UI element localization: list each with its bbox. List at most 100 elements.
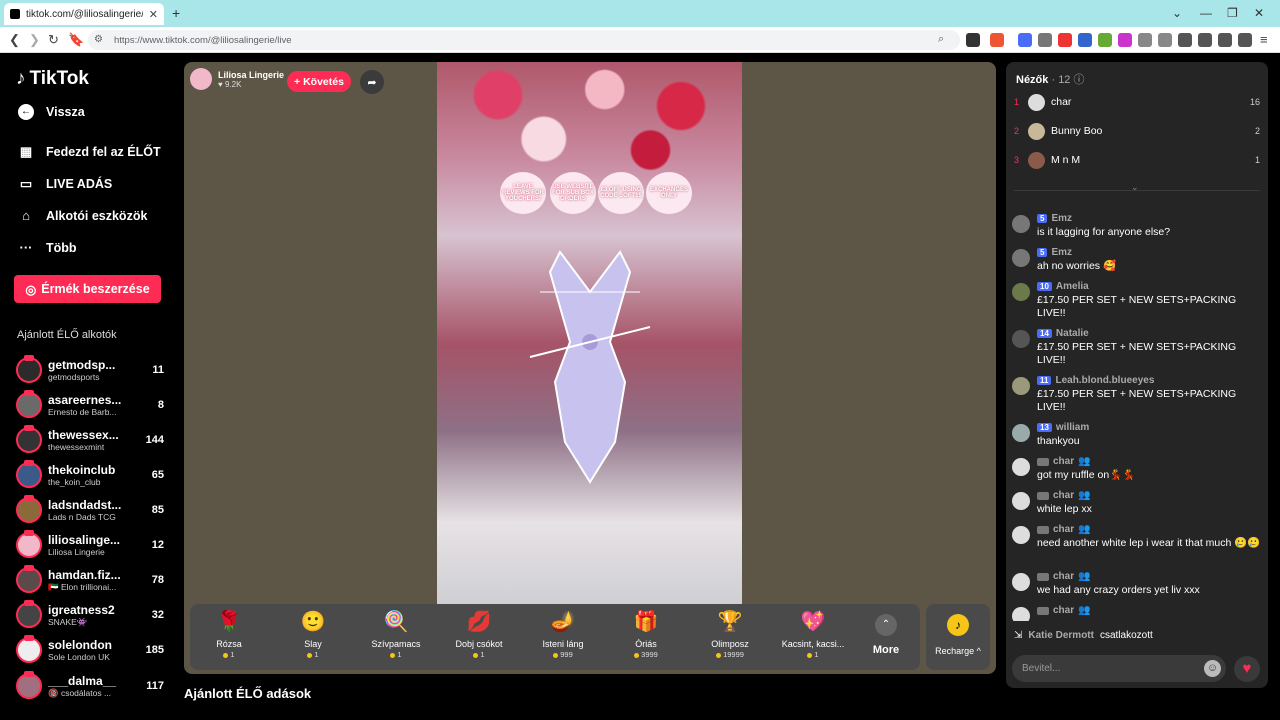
gift-price: 19999 [695, 650, 765, 659]
chat-username[interactable]: william [1056, 422, 1089, 433]
host-avatar[interactable] [190, 68, 212, 90]
chat-username[interactable]: Emz [1051, 247, 1072, 258]
gift-item[interactable]: 🪔 Isteni láng 999 [528, 608, 598, 659]
gift-item[interactable]: 🌹 Rózsa 1 [194, 608, 264, 659]
chat-text: white lep xx [1037, 503, 1092, 515]
bookmark-icon[interactable]: 🔖 [68, 32, 84, 48]
expand-chevron-icon[interactable]: ⌄ [1131, 182, 1139, 193]
back-button[interactable]: ← Vissza [18, 104, 85, 120]
level-badge: 11 [1037, 376, 1052, 385]
leo-icon[interactable] [1218, 33, 1232, 47]
chat-text: got my ruffle on💃💃 [1037, 469, 1136, 481]
gift-item[interactable]: 💋 Dobj csókot 1 [444, 608, 514, 659]
back-arrow-icon[interactable]: ❮ [9, 32, 20, 48]
nav-more[interactable]: ··· Több [18, 240, 77, 255]
creator-item[interactable]: ladsndadst... Lads n Dads TCG 85 [16, 494, 164, 526]
reload-icon[interactable]: ↻ [48, 32, 59, 48]
slay-icon: 🙂 [300, 611, 326, 633]
brave-shield-icon[interactable] [966, 33, 980, 47]
wallet-icon[interactable] [1198, 33, 1212, 47]
nav-explore-live[interactable]: ▦ Fedezd fel az ÉLŐT [18, 144, 161, 160]
recharge-button[interactable]: ♪ Recharge ^ [926, 604, 990, 670]
extension-icon[interactable] [1078, 33, 1092, 47]
zoom-icon[interactable]: ⌕ [938, 33, 944, 46]
close-window-icon[interactable]: ✕ [1254, 6, 1264, 20]
chat-username[interactable]: Emz [1051, 213, 1072, 224]
viewer-avatar [1028, 122, 1045, 140]
url-bar[interactable]: https://www.tiktok.com/@liliosalingerie/… [88, 30, 960, 50]
viewer-score: 2 [1254, 126, 1260, 136]
more-gifts-button[interactable]: ⌃ More [866, 614, 906, 656]
creator-item[interactable]: liliosalinge... Liliosa Lingerie 12 [16, 529, 164, 561]
creator-item[interactable]: hamdan.fiz... 🇦🇪 Elon trillionai... 78 [16, 564, 164, 596]
extension-icon[interactable] [1118, 33, 1132, 47]
chevron-down-icon[interactable]: ⌄ [1172, 6, 1182, 20]
browser-tab[interactable]: tiktok.com/@liliosalingerie/li ✕ [4, 3, 164, 25]
creator-nickname: Lads n Dads TCG [48, 512, 116, 522]
tiktok-coin-icon: ♪ [947, 614, 969, 636]
sidebar-icon[interactable] [1178, 33, 1192, 47]
chat-message: 5 Emz ah no worries 🥰 [1012, 247, 1262, 273]
chat-username[interactable]: Amelia [1056, 281, 1089, 292]
video-camera-icon: ▭ [19, 176, 33, 191]
gift-item[interactable]: 🙂 Slay 1 [278, 608, 348, 659]
chat-username[interactable]: char [1053, 456, 1074, 467]
gift-item[interactable]: 💖 Kacsint, kacsi... 1 [778, 608, 848, 659]
share-icon[interactable]: ➦ [360, 70, 384, 94]
extension-icon[interactable] [1158, 33, 1172, 47]
gift-item[interactable]: 🍭 Szívpamacs 1 [361, 608, 431, 659]
close-tab-icon[interactable]: ✕ [149, 8, 158, 21]
chat-username[interactable]: char [1053, 524, 1074, 535]
forward-arrow-icon[interactable]: ❯ [29, 32, 40, 48]
menu-icon[interactable]: ≡ [1260, 32, 1268, 47]
creator-item[interactable]: thekoinclub the_koin_club 65 [16, 459, 164, 491]
host-info[interactable]: Liliosa Lingerie ♥ 9.2K [190, 68, 284, 90]
level-badge: 5 [1037, 248, 1048, 257]
logo-text: TikTok [29, 68, 89, 89]
hls-icon[interactable] [1058, 33, 1072, 47]
kiss-icon: 💋 [466, 611, 492, 633]
extension-icon[interactable] [1038, 33, 1052, 47]
creator-avatar [16, 565, 42, 593]
vpn-icon[interactable] [1238, 33, 1252, 47]
chat-text: thankyou [1037, 435, 1080, 447]
nav-live[interactable]: ▭ LIVE ADÁS [18, 176, 112, 192]
extension-icon[interactable] [1098, 33, 1112, 47]
tab-title: tiktok.com/@liliosalingerie/li [26, 8, 143, 20]
heart-puff-icon: 🍭 [383, 611, 409, 633]
maximize-icon[interactable]: ❐ [1227, 6, 1238, 20]
creator-avatar [16, 390, 42, 418]
chat-username[interactable]: Natalie [1056, 328, 1089, 339]
chat-input[interactable]: Bevitel... [1012, 655, 1226, 682]
follow-button[interactable]: + Követés [287, 71, 351, 92]
creator-item[interactable]: solelondon Sole London UK 185 [16, 634, 164, 666]
joined-username[interactable]: Katie Dermott [1028, 630, 1094, 641]
chat-username[interactable]: Leah.blond.blueeyes [1055, 375, 1154, 386]
chat-username[interactable]: char [1053, 605, 1074, 616]
top-viewer[interactable]: 1 char 16 [1014, 92, 1260, 112]
gift-item[interactable]: 🏆 Olimposz 19999 [695, 608, 765, 659]
heart-icon[interactable]: ♥ [1234, 656, 1260, 682]
creator-item[interactable]: asareernes... Ernesto de Barb... 8 [16, 389, 164, 421]
info-icon[interactable]: ⓘ [1074, 74, 1085, 86]
minimize-icon[interactable]: — [1200, 6, 1212, 20]
emoji-icon[interactable]: ☺ [1204, 660, 1221, 677]
get-coins-button[interactable]: ◎ Érmék beszerzése [14, 275, 161, 303]
tiktok-logo[interactable]: ♪ TikTok [16, 68, 89, 90]
gift-item[interactable]: 🎁 Óriás 3999 [611, 608, 681, 659]
translate-icon[interactable] [1018, 33, 1032, 47]
creator-item[interactable]: getmodsp... getmodsports 11 [16, 354, 164, 386]
creator-item[interactable]: ___dalma__ 🔞 csodálatos ... 117 [16, 670, 164, 702]
site-info-icon[interactable]: ⚙ [94, 34, 103, 45]
new-tab-icon[interactable]: + [172, 5, 180, 21]
creator-item[interactable]: thewessex... thewessexmint 144 [16, 424, 164, 456]
nav-creator-tools[interactable]: ⌂ Alkotói eszközök [18, 208, 147, 223]
top-viewer[interactable]: 3 M n M 1 [1014, 150, 1260, 170]
chat-username[interactable]: char [1053, 490, 1074, 501]
chat-username[interactable]: char [1053, 571, 1074, 582]
creator-item[interactable]: igreatness2 SNAKE👾 32 [16, 599, 164, 631]
join-notice: ⇲ Katie Dermott csatlakozott [1014, 630, 1153, 641]
puzzle-icon[interactable] [1138, 33, 1152, 47]
rewards-icon[interactable] [990, 33, 1004, 47]
top-viewer[interactable]: 2 Bunny Boo 2 [1014, 121, 1260, 141]
